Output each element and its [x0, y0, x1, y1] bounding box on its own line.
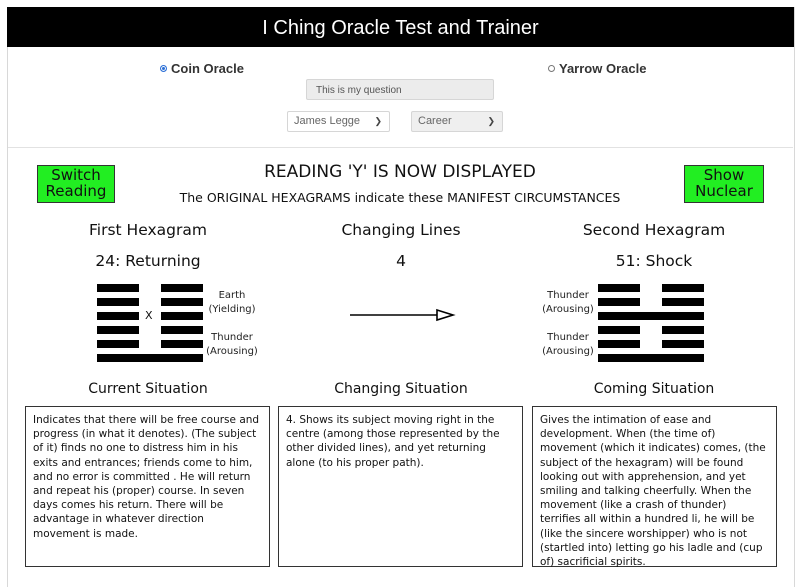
- line-segment: [598, 298, 640, 306]
- line-segment: [97, 298, 139, 306]
- translator-select[interactable]: James Legge ❯: [287, 111, 390, 132]
- line-segment: [97, 326, 139, 334]
- line-segment: [662, 326, 704, 334]
- line-segment: [97, 312, 139, 320]
- line-segment: [161, 326, 203, 334]
- first-lower-trigram: Thunder (Arousing): [202, 331, 262, 359]
- changing-lines-heading: Changing Lines: [341, 221, 461, 239]
- yarrow-oracle-radio[interactable]: Yarrow Oracle: [548, 61, 646, 76]
- coin-oracle-radio[interactable]: Coin Oracle: [160, 61, 244, 76]
- yang-line: [598, 312, 704, 320]
- line-segment: [161, 340, 203, 348]
- current-situation-heading: Current Situation: [88, 381, 208, 397]
- changing-lines-value: 4: [396, 252, 406, 270]
- trigram-quality: (Arousing): [542, 346, 594, 357]
- topic-select-value: Career: [418, 115, 452, 127]
- first-hexagram-figure: X: [97, 284, 203, 368]
- line-segment: [662, 340, 704, 348]
- trigram-name: Earth: [218, 290, 246, 301]
- divider: [8, 147, 793, 148]
- trigram-name: Thunder: [547, 290, 589, 301]
- line-segment: [662, 298, 704, 306]
- second-hexagram-heading: Second Hexagram: [582, 221, 726, 239]
- yin-line: [97, 298, 203, 306]
- yin-line: [97, 340, 203, 348]
- yin-line: [598, 340, 704, 348]
- line-segment: [161, 312, 203, 320]
- yang-line: [97, 354, 203, 362]
- yin-line: [598, 298, 704, 306]
- line-segment: [161, 284, 203, 292]
- line-segment: [97, 284, 139, 292]
- line-segment: [598, 326, 640, 334]
- coming-situation-text: Gives the intimation of ease and develop…: [532, 406, 777, 568]
- line-segment: [598, 284, 640, 292]
- yarrow-oracle-label: Yarrow Oracle: [559, 61, 647, 76]
- changing-situation-text: 4. Shows its subject moving right in the…: [278, 406, 523, 567]
- coin-oracle-label: Coin Oracle: [171, 61, 244, 76]
- reading-title: READING 'Y' IS NOW DISPLAYED: [264, 162, 536, 182]
- yin-line: X: [97, 309, 203, 322]
- second-upper-trigram: Thunder (Arousing): [538, 289, 598, 317]
- trigram-quality: (Arousing): [542, 304, 594, 315]
- topic-select[interactable]: Career ❯: [411, 111, 503, 132]
- yang-line: [598, 354, 704, 362]
- second-hexagram-figure: [598, 284, 704, 368]
- chevron-down-icon: ❯: [487, 116, 495, 126]
- second-lower-trigram: Thunder (Arousing): [538, 331, 598, 359]
- line-segment: [97, 354, 203, 362]
- trigram-name: Thunder: [547, 332, 589, 343]
- line-segment: [97, 340, 139, 348]
- right-arrow-icon: [350, 308, 456, 322]
- changing-situation-heading: Changing Situation: [334, 381, 468, 397]
- first-hexagram-name: 24: Returning: [95, 252, 201, 270]
- yin-line: [97, 326, 203, 334]
- yin-line: [598, 284, 704, 292]
- radio-unselected-icon: [548, 65, 555, 72]
- line-segment: [598, 340, 640, 348]
- second-hexagram-name: 51: Shock: [615, 252, 693, 270]
- line-segment: [161, 298, 203, 306]
- current-situation-text: Indicates that there will be free course…: [25, 406, 270, 567]
- trigram-quality: (Yielding): [208, 304, 256, 315]
- line-segment: [662, 284, 704, 292]
- question-input[interactable]: This is my question: [306, 79, 494, 100]
- yin-line: [598, 326, 704, 334]
- trigram-name: Thunder: [211, 332, 253, 343]
- line-segment: [598, 312, 704, 320]
- yin-line: [97, 284, 203, 292]
- trigram-quality: (Arousing): [206, 346, 258, 357]
- app-title: I Ching Oracle Test and Trainer: [7, 7, 794, 47]
- line-segment: [598, 354, 704, 362]
- coming-situation-heading: Coming Situation: [593, 381, 715, 397]
- changing-line-marker: X: [145, 309, 153, 322]
- first-upper-trigram: Earth (Yielding): [202, 289, 262, 317]
- chevron-down-icon: ❯: [374, 116, 382, 126]
- radio-selected-icon: [160, 65, 167, 72]
- translator-select-value: James Legge: [294, 115, 361, 127]
- reading-subtitle: The ORIGINAL HEXAGRAMS indicate these MA…: [179, 190, 621, 205]
- first-hexagram-heading: First Hexagram: [89, 221, 207, 239]
